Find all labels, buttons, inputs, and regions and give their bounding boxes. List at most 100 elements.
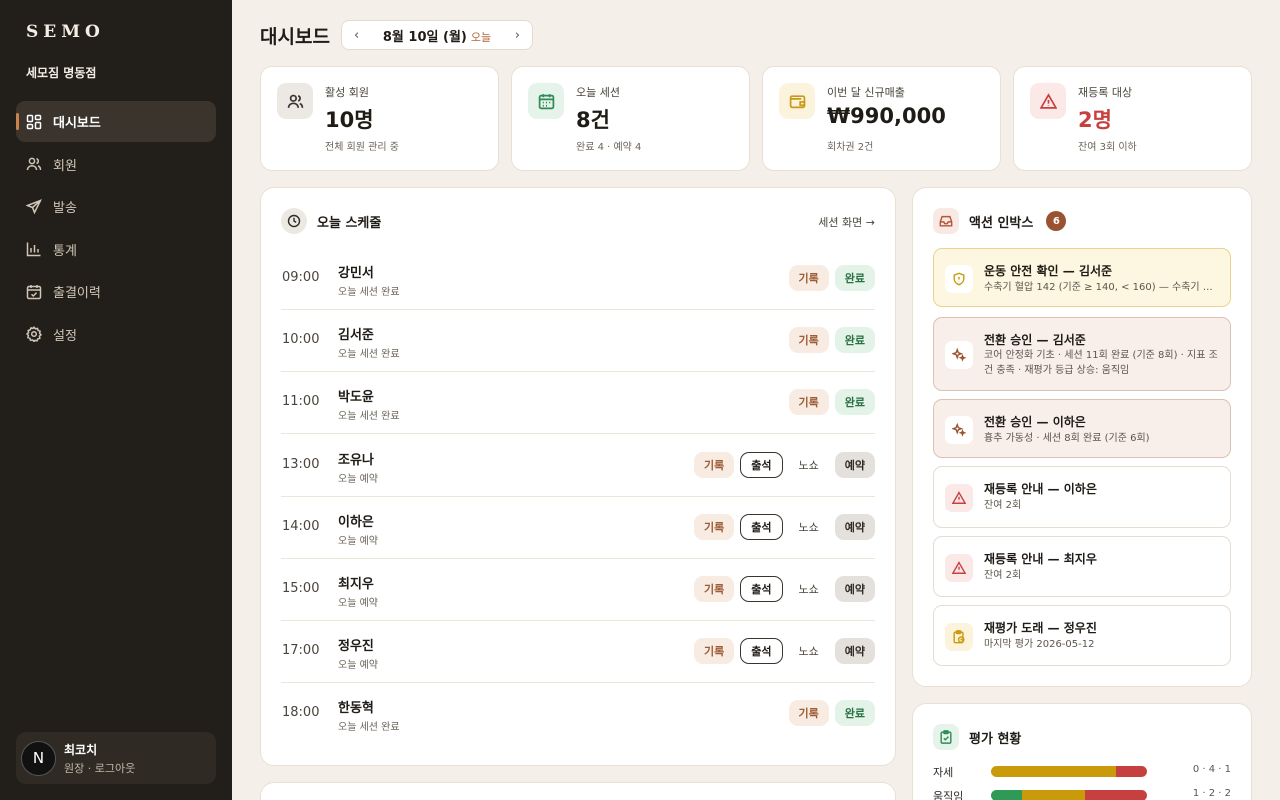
- inbox-item[interactable]: 재등록 안내 — 이하은 잔여 2회: [933, 466, 1231, 528]
- prev-date-button[interactable]: ‹: [354, 28, 359, 43]
- record-button[interactable]: 기록: [694, 576, 735, 602]
- sidebar-item-stats[interactable]: 통계: [16, 229, 216, 270]
- date-text: 8월 10일 (월): [382, 29, 467, 45]
- sidebar-item-send[interactable]: 발송: [16, 186, 216, 227]
- attend-button[interactable]: 출석: [740, 576, 783, 602]
- user-role-logout[interactable]: 원장 · 로그아웃: [64, 760, 135, 776]
- noshow-button[interactable]: 노쇼: [789, 514, 829, 540]
- user-name: 최코치: [64, 742, 98, 757]
- evaluation-header: 평가 현황: [933, 724, 1021, 750]
- alert-icon: [945, 484, 973, 512]
- session-status-text: 오늘 예약: [338, 473, 378, 485]
- next-date-button[interactable]: ›: [515, 28, 520, 43]
- status-badge-reserved: 예약: [834, 576, 875, 602]
- schedule-row[interactable]: 15:00 최지우 오늘 예약 기록 출석 노쇼 예약: [281, 559, 875, 621]
- member-name[interactable]: 한동혁: [338, 697, 374, 716]
- user-card[interactable]: N 최코치 원장 · 로그아웃: [16, 732, 216, 784]
- record-button[interactable]: 기록: [788, 700, 829, 727]
- stat-sub: 잔여 3회 이하: [1078, 142, 1137, 153]
- inbox-item-detail: 수축기 혈압 142 (기준 ≥ 140, < 160) — 수축기 혈압 확인…: [984, 282, 1220, 293]
- sidebar-item-dashboard[interactable]: 대시보드: [16, 101, 216, 142]
- member-name[interactable]: 정우진: [338, 635, 374, 654]
- session-screen-link[interactable]: 세션 화면 →: [818, 214, 875, 230]
- session-time: 15:00: [282, 581, 320, 596]
- inbox-item-detail: 마지막 평가 2026-05-12: [984, 639, 1095, 650]
- member-name[interactable]: 이하은: [338, 511, 374, 530]
- schedule-row[interactable]: 17:00 정우진 오늘 예약 기록 출석 노쇼 예약: [281, 621, 875, 684]
- evaluation-counts: 0 · 4 · 1: [1192, 764, 1231, 775]
- stat-sub: 전체 회원 관리 중: [325, 142, 399, 153]
- session-status-text: 오늘 예약: [338, 660, 378, 672]
- attend-button[interactable]: 출석: [740, 513, 783, 540]
- schedule-header: 오늘 스케줄: [281, 208, 381, 234]
- record-button[interactable]: 기록: [788, 327, 829, 354]
- sidebar-item-attendance[interactable]: 출결이력: [16, 271, 216, 312]
- status-badge-done: 완료: [834, 265, 875, 291]
- inbox-item-detail: 코어 안정화 기초 · 세션 11회 완료 (기준 8회) · 지표 조건 충족…: [984, 350, 1218, 376]
- member-name[interactable]: 강민서: [338, 262, 374, 281]
- status-badge-reserved: 예약: [834, 638, 875, 665]
- inbox-count-badge: 6: [1046, 211, 1067, 231]
- record-button[interactable]: 기록: [694, 451, 735, 478]
- record-button[interactable]: 기록: [694, 638, 735, 665]
- row-actions: 기록 완료: [783, 265, 875, 291]
- stat-sub: 완료 4 · 예약 4: [576, 142, 642, 153]
- clipboard-check-icon: [933, 724, 959, 750]
- status-badge-done: 완료: [834, 700, 875, 727]
- sidebar-item-label: 설정: [53, 328, 77, 344]
- member-name[interactable]: 조유나: [338, 449, 374, 468]
- clock-icon: [281, 208, 307, 234]
- stat-card-monthly-revenue: 이번 달 신규매출 ₩990,000 회차권 2건: [762, 66, 1001, 171]
- schedule-row[interactable]: 11:00 박도윤 오늘 세션 완료 기록 완료: [281, 372, 875, 435]
- stat-value: 8건: [576, 108, 610, 132]
- stat-label: 재등록 대상: [1078, 86, 1133, 99]
- stat-sub: 회차권 2건: [827, 142, 874, 153]
- noshow-button[interactable]: 노쇼: [789, 576, 829, 602]
- row-actions: 기록 완료: [783, 327, 875, 354]
- shield-icon: [945, 265, 973, 293]
- record-button[interactable]: 기록: [788, 265, 829, 291]
- inbox-item[interactable]: 전환 승인 — 김서준 코어 안정화 기초 · 세션 11회 완료 (기준 8회…: [933, 317, 1231, 391]
- evaluation-counts: 1 · 2 · 2: [1192, 788, 1231, 799]
- session-status-text: 오늘 예약: [338, 598, 378, 609]
- member-name[interactable]: 김서준: [338, 324, 374, 343]
- attend-button[interactable]: 출석: [740, 451, 783, 478]
- sidebar-item-members[interactable]: 회원: [16, 144, 216, 185]
- member-name[interactable]: 최지우: [338, 573, 374, 592]
- session-time: 17:00: [282, 643, 320, 659]
- inbox-item[interactable]: 운동 안전 확인 — 김서준 수축기 혈압 142 (기준 ≥ 140, < 1…: [933, 248, 1231, 307]
- schedule-row[interactable]: 13:00 조유나 오늘 예약 기록 출석 노쇼 예약: [281, 435, 875, 497]
- schedule-row[interactable]: 14:00 이하은 오늘 예약 기록 출석 노쇼 예약: [281, 497, 875, 559]
- inbox-item[interactable]: 전환 승인 — 이하은 흉추 가동성 · 세션 8회 완료 (기준 6회): [933, 399, 1231, 458]
- brand-logo[interactable]: SEMO: [26, 22, 105, 42]
- inbox-item[interactable]: 재평가 도래 — 정우진 마지막 평가 2026-05-12: [933, 605, 1231, 666]
- schedule-row[interactable]: 09:00 강민서 오늘 세션 완료 기록 완료: [281, 248, 875, 310]
- alert-icon: [1030, 83, 1066, 119]
- session-time: 11:00: [282, 394, 320, 410]
- session-status-text: 오늘 세션 완료: [338, 722, 400, 734]
- record-button[interactable]: 기록: [694, 513, 735, 540]
- status-badge-reserved: 예약: [834, 513, 875, 540]
- member-name[interactable]: 박도윤: [338, 386, 374, 405]
- noshow-button[interactable]: 노쇼: [789, 452, 829, 478]
- avatar: N: [21, 740, 56, 776]
- schedule-row[interactable]: 18:00 한동혁 오늘 세션 완료 기록 완료: [281, 683, 875, 745]
- schedule-row[interactable]: 10:00 김서준 오늘 세션 완료 기록 완료: [281, 310, 875, 373]
- stat-value: 10명: [325, 108, 374, 132]
- sparkle-icon: [945, 416, 973, 444]
- clipboard-clock-icon: [945, 623, 973, 651]
- stat-value: 2명: [1078, 108, 1112, 132]
- session-time: 13:00: [282, 456, 320, 472]
- noshow-button[interactable]: 노쇼: [789, 638, 829, 664]
- sidebar-item-settings[interactable]: 설정: [16, 314, 216, 355]
- send-icon: [26, 198, 42, 214]
- bar-chart-icon: [26, 242, 41, 257]
- stat-card-active-members: 활성 회원 10명 전체 회원 관리 중: [260, 66, 499, 171]
- row-actions: 기록 출석 노쇼 예약: [688, 451, 875, 478]
- stat-value: ₩990,000: [827, 104, 946, 128]
- record-button[interactable]: 기록: [788, 389, 829, 416]
- calendar-check-icon: [26, 284, 42, 299]
- attend-button[interactable]: 출석: [740, 638, 783, 665]
- inbox-item[interactable]: 재등록 안내 — 최지우 잔여 2회: [933, 536, 1231, 597]
- session-time: 14:00: [282, 518, 320, 534]
